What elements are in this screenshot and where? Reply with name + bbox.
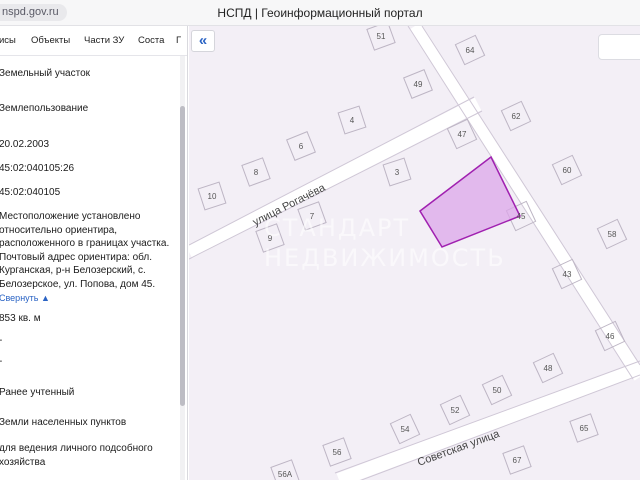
field-empty-value: - — [0, 334, 181, 348]
house-number-label: 10 — [208, 192, 217, 201]
field-address-line: Почтовый адрес ориентира: обл. — [0, 251, 153, 263]
house-number-label: 64 — [466, 46, 475, 55]
field-empty-value: - — [0, 355, 181, 369]
field-subtype: Землепользование — [0, 103, 89, 114]
house-number-label: 6 — [299, 142, 304, 151]
collapse-panel-button[interactable]: « — [191, 30, 215, 52]
house-number-label: 62 — [512, 112, 521, 121]
house-number-label: 60 — [563, 166, 572, 175]
field-status: Ранее учтенный — [0, 387, 75, 398]
browser-topbar: nspd.gov.ru НСПД | Геоинформационный пор… — [0, 0, 640, 26]
field-address-line: Белозерское, ул. Попова, дом 45. — [0, 278, 156, 290]
field-registration-date: 20.02.2003 — [0, 139, 50, 150]
house-number-label: 49 — [414, 80, 423, 89]
tab-composition[interactable]: Соста — [138, 35, 164, 46]
tab-attributes[interactable]: исы — [0, 35, 16, 46]
house-number-label: 56А — [278, 470, 293, 479]
field-address-line: расположенного в границах участка. — [0, 238, 170, 249]
tab-more[interactable]: Г — [176, 35, 181, 46]
house-number-label: 51 — [377, 32, 386, 41]
house-number-label: 48 — [544, 364, 553, 373]
collapse-address-link[interactable]: Свернуть ▲ — [0, 292, 181, 306]
tab-land-parts[interactable]: Части ЗУ — [84, 35, 124, 46]
field-area: 853 кв. м — [0, 313, 41, 324]
house-number-label: 67 — [513, 456, 522, 465]
field-address-line: Курганская, р-н Белозерский, с. — [0, 265, 146, 276]
house-number-label: 58 — [608, 230, 617, 239]
page-title: НСПД | Геоинформационный портал — [217, 6, 423, 20]
map-view[interactable]: улица Рогачёва Советская улица 51 64 49 62 4… — [189, 26, 640, 480]
house-number-label: 43 — [563, 270, 572, 279]
house-number-label: 47 — [458, 130, 467, 139]
field-address-line: Местоположение установлено — [0, 211, 141, 222]
tab-objects[interactable]: Объекты — [31, 35, 70, 46]
house-number-label: 3 — [395, 168, 400, 177]
house-number-label: 65 — [580, 424, 589, 433]
house-number-label: 46 — [606, 332, 615, 341]
field-address-line: относительно ориентира, — [0, 224, 118, 236]
house-number-label: 56 — [333, 448, 342, 457]
house-number-label: 50 — [493, 386, 502, 395]
panel-tabs: исы Объекты Части ЗУ Соста Г — [0, 26, 187, 56]
field-cadastral-number[interactable]: 45:02:040105:26 — [0, 162, 181, 176]
street-sovetskaya — [336, 361, 640, 480]
watermark-line1: СТАНДАРТ — [264, 214, 411, 242]
house-number-label: 45 — [517, 212, 526, 221]
object-info-panel: исы Объекты Части ЗУ Соста Г Земельный у… — [0, 26, 188, 480]
house-number-label: 8 — [254, 168, 259, 177]
field-permitted-use: для ведения личного подсобного — [0, 443, 153, 454]
watermark-line2: НЕДВИЖИМОСТЬ — [264, 244, 506, 272]
field-land-category: Земли населенных пунктов — [0, 417, 127, 428]
field-permitted-use: хозяйства — [0, 456, 46, 468]
field-object-type: Земельный участок — [0, 68, 91, 79]
house-number-label: 52 — [451, 406, 460, 415]
house-number-label: 4 — [350, 116, 355, 125]
panel-scrollbar-thumb[interactable] — [180, 106, 185, 406]
house-number-label: 54 — [401, 425, 410, 434]
field-cadastral-quarter[interactable]: 45:02:040105 — [0, 186, 181, 200]
map-search-box[interactable] — [598, 34, 640, 60]
